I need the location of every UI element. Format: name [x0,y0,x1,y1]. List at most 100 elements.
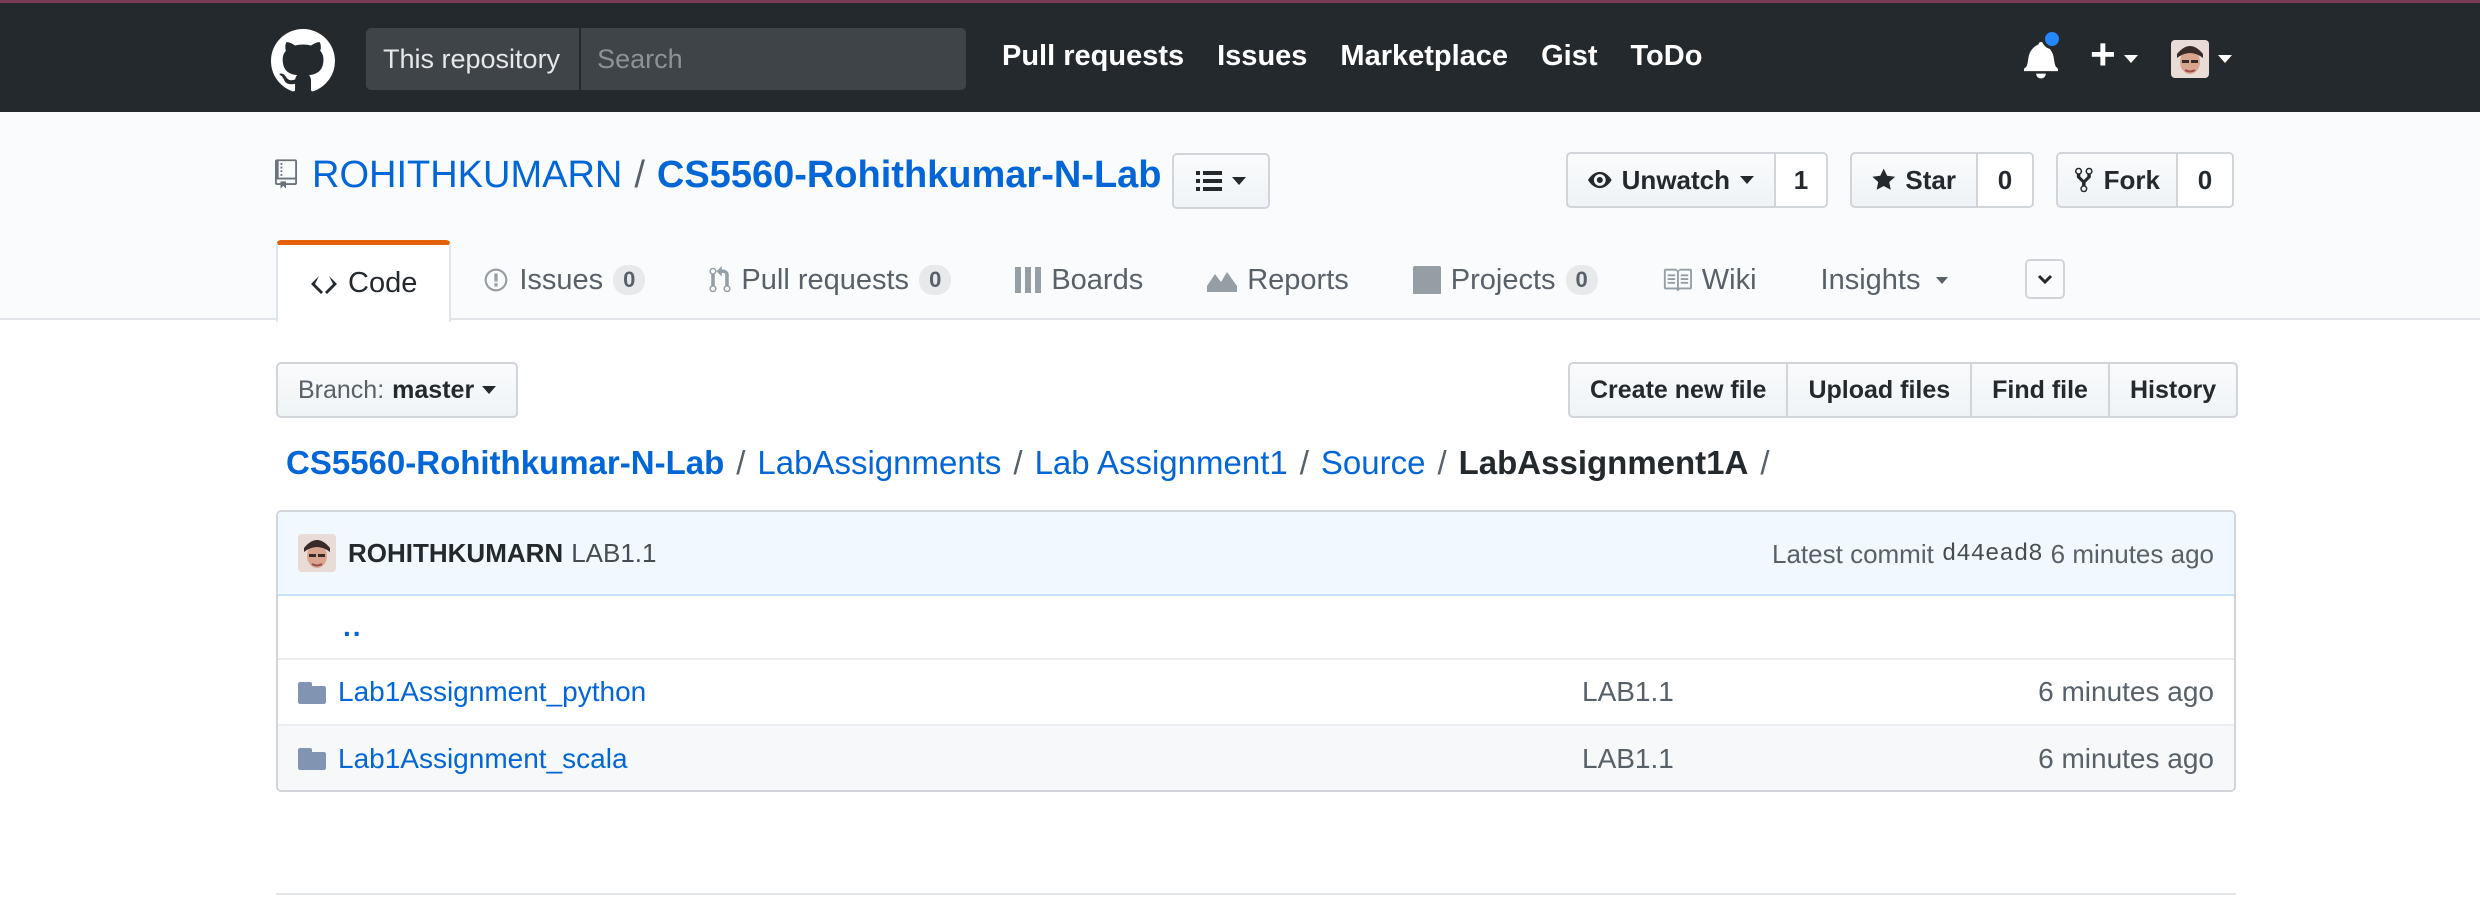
breadcrumb-separator: / [1013,444,1023,481]
repo-title: ROHITHKUMARN / CS5560-Rohithkumar-N-Lab [312,154,1162,197]
site-search: This repository [366,28,966,90]
breadcrumb-current: LabAssignment1A [1458,444,1749,481]
breadcrumb-link-lab-assignment1[interactable]: Lab Assignment1 [1035,444,1288,481]
create-new-file-button[interactable]: Create new file [1568,362,1789,418]
file-name-link[interactable]: Lab1Assignment_scala [338,743,628,775]
file-name-link[interactable]: Lab1Assignment_python [338,676,646,708]
tab-reports[interactable]: Reports [1175,240,1381,320]
nav-issues[interactable]: Issues [1217,40,1307,73]
latest-commit-label: Latest commit [1772,538,1934,569]
avatar[interactable] [298,534,336,572]
pull-request-icon [709,266,731,293]
star-count[interactable]: 0 [1978,152,2034,208]
github-logo-icon[interactable] [271,29,335,93]
tab-wiki-label: Wiki [1701,263,1757,296]
file-commit-message[interactable]: LAB1.1 [1582,743,1674,775]
file-commit-message[interactable]: LAB1.1 [1582,676,1674,708]
title-separator: / [634,154,645,196]
projects-counter: 0 [1565,265,1598,295]
tab-insights-label: Insights [1820,263,1921,296]
find-file-button[interactable]: Find file [1972,362,2110,418]
file-age: 6 minutes ago [2038,743,2214,774]
upload-files-button[interactable]: Upload files [1788,362,1973,418]
nav-todo[interactable]: ToDo [1630,40,1702,73]
commit-tease: ROHITHKUMARN LAB1.1 Latest commit d44ead… [278,512,2234,596]
breadcrumb-link-labassignments[interactable]: LabAssignments [757,444,1001,481]
branch-label: Branch: [298,375,385,404]
file-age: 6 minutes ago [2038,676,2214,707]
more-tabs-button[interactable] [2025,259,2065,299]
breadcrumb-root-link[interactable]: CS5560-Rohithkumar-N-Lab [286,444,724,481]
repo-owner-link[interactable]: ROHITHKUMARN [312,154,622,196]
star-button[interactable]: Star [1850,152,1978,208]
watch-group: Unwatch 1 [1566,152,1828,208]
star-label: Star [1905,164,1956,195]
project-icon [1412,266,1441,294]
table-row: Lab1Assignment_python LAB1.1 6 minutes a… [278,660,2234,726]
parent-directory-row: .. [278,596,2234,660]
commit-message[interactable]: LAB1.1 [571,538,656,569]
tab-insights[interactable]: Insights [1789,240,1981,320]
search-input[interactable] [581,28,966,90]
repo-header: ROHITHKUMARN / CS5560-Rohithkumar-N-Lab Un… [0,112,2480,322]
unwatch-button[interactable]: Unwatch [1566,152,1776,208]
tab-pull-requests-label: Pull requests [741,263,910,296]
chevron-down-icon[interactable] [2124,55,2138,63]
plus-icon[interactable]: + [2090,31,2116,79]
commit-author[interactable]: ROHITHKUMARN [348,538,563,569]
repo-menu-button[interactable] [1172,153,1270,209]
nav-pull-requests[interactable]: Pull requests [1002,40,1184,73]
chevron-down-icon [482,386,497,394]
chevron-down-icon [1232,177,1246,185]
tab-code[interactable]: Code [276,240,452,322]
breadcrumb-separator: / [736,444,746,481]
search-scope-label: This repository [366,28,582,90]
nav-marketplace[interactable]: Marketplace [1340,40,1508,73]
breadcrumb-separator: / [1299,444,1309,481]
branch-value: master [392,375,475,404]
folder-icon [298,682,326,704]
pull-requests-counter: 0 [919,265,952,295]
chevron-down-icon[interactable] [2218,55,2232,63]
folder-icon [298,748,326,770]
watch-count[interactable]: 1 [1776,152,1828,208]
fork-button[interactable]: Fork [2056,152,2178,208]
list-icon [1196,171,1222,191]
issue-icon [484,268,508,292]
tab-pull-requests[interactable]: Pull requests 0 [677,240,983,320]
tab-projects[interactable]: Projects 0 [1381,240,1630,320]
breadcrumb-separator: / [1760,444,1770,481]
breadcrumb-link-source[interactable]: Source [1321,444,1426,481]
header-nav: Pull requests Issues Marketplace Gist To… [1002,40,1735,73]
star-group: Star 0 [1850,152,2034,208]
star-icon [1872,168,1896,190]
tab-code-label: Code [348,267,418,299]
fork-label: Fork [2103,164,2160,195]
avatar[interactable] [2171,40,2209,78]
fork-count[interactable]: 0 [2178,152,2234,208]
branch-select-button[interactable]: Branch: master [276,362,519,418]
tab-issues-label: Issues [519,263,604,296]
latest-commit-info: Latest commit d44ead8 6 minutes ago [1772,512,2214,596]
eye-icon [1588,171,1612,189]
tab-wiki[interactable]: Wiki [1630,240,1789,320]
notification-indicator [2042,29,2062,49]
nav-gist[interactable]: Gist [1541,40,1597,73]
tab-issues[interactable]: Issues 0 [451,240,677,320]
parent-directory-link[interactable]: .. [343,611,363,643]
tab-reports-label: Reports [1247,263,1349,296]
tab-boards[interactable]: Boards [983,240,1175,320]
fork-icon [2075,167,2093,193]
history-button[interactable]: History [2109,362,2239,418]
repo-nav: Code Issues 0 Pull requests 0 Boards Rep… [276,240,1981,322]
commit-sha[interactable]: d44ead8 [1942,541,2043,568]
divider [276,893,2236,895]
fork-group: Fork 0 [2056,152,2234,208]
issues-counter: 0 [613,265,646,295]
file-actions: Create new file Upload files Find file H… [1568,362,2239,418]
chevron-down-icon [2037,274,2053,284]
repo-name-link[interactable]: CS5560-Rohithkumar-N-Lab [657,154,1162,196]
code-icon [311,273,337,294]
tab-boards-label: Boards [1051,263,1144,296]
commit-age: 6 minutes ago [2050,538,2214,569]
